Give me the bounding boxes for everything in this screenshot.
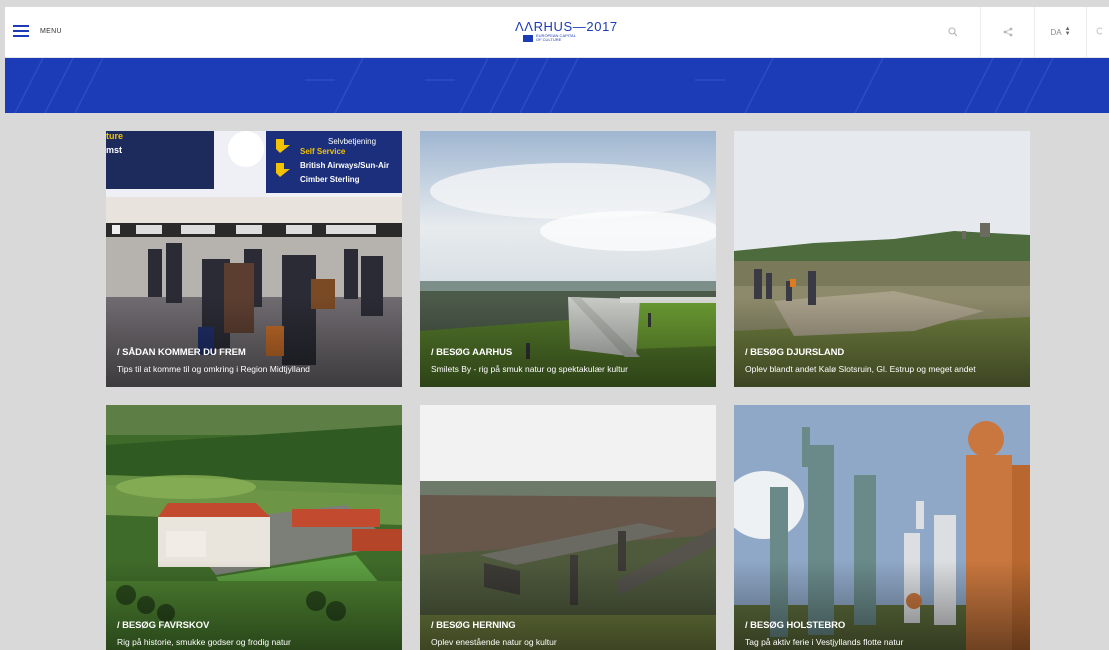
sign-mst: mst [106,145,122,155]
more-icon [1096,27,1102,35]
card-description: Oplev blandt andet Kalø Slotsruin, Gl. E… [745,364,976,374]
sign-ture: ture [106,131,123,141]
search-button[interactable] [926,7,980,57]
search-icon [948,27,958,37]
card-title: / BESØG FAVRSKOV [117,620,210,631]
sign-selvbetjening: Selvbetjening [328,137,376,146]
language-select[interactable]: DA ▲ ▼ [1034,7,1086,57]
card-description: Rig på historie, smukke godser og frodig… [117,637,291,647]
card-description: Tag på aktiv ferie i Vestjyllands flotte… [745,637,904,647]
card-description: Tips til at komme til og omkring i Regio… [117,364,310,374]
card-visit-aarhus[interactable]: / BESØG AARHUS Smilets By - rig på smuk … [420,131,716,387]
card-title: / BESØG HOLSTEBRO [745,620,846,631]
logo-title: ΛΛRHUS—2017 [515,19,618,34]
logo-subtitle: EUROPEAN CAPITAL OF CULTURE [523,34,576,42]
sign-self-service: Self Service [300,147,346,156]
sign-cimber: Cimber Sterling [300,175,360,184]
aarhus-2017-logo[interactable]: ΛΛRHUS—2017 EUROPEAN CAPITAL OF CULTURE [515,20,635,46]
updown-arrows-icon: ▲ ▼ [1064,26,1071,37]
menu-button[interactable]: MENU [13,25,62,37]
hamburger-icon [13,25,29,37]
banner-pattern [14,58,1054,113]
card-title: / BESØG AARHUS [431,347,513,358]
card-getting-here[interactable]: ture mst Selvbetjening Self Service Brit… [106,131,402,387]
card-description: Smilets By - rig på smuk natur og spekta… [431,364,628,374]
eu-flag-icon [523,34,533,42]
card-title: / BESØG HERNING [431,620,516,631]
language-value: DA [1050,27,1062,37]
share-button[interactable] [980,7,1034,57]
menu-label: MENU [40,27,62,35]
card-visit-djursland[interactable]: / BESØG DJURSLAND Oplev blandt andet Kal… [734,131,1030,387]
card-visit-favrskov[interactable]: / BESØG FAVRSKOV Rig på historie, smukke… [106,405,402,650]
card-visit-herning[interactable]: / BESØG HERNING Oplev enestående natur o… [420,405,716,650]
hero-banner [5,58,1109,113]
site-header: MENU ΛΛRHUS—2017 EUROPEAN CAPITAL OF CUL… [5,7,1109,58]
more-button[interactable] [1086,7,1109,57]
card-title: / SÅDAN KOMMER DU FREM [117,347,246,358]
header-tools: DA ▲ ▼ [926,7,1109,57]
sign-british-airways: British Airways/Sun-Air [300,161,389,170]
card-visit-holstebro[interactable]: / BESØG HOLSTEBRO Tag på aktiv ferie i V… [734,405,1030,650]
card-title: / BESØG DJURSLAND [745,347,845,358]
card-description: Oplev enestående natur og kultur [431,637,557,647]
share-icon [1003,27,1012,37]
